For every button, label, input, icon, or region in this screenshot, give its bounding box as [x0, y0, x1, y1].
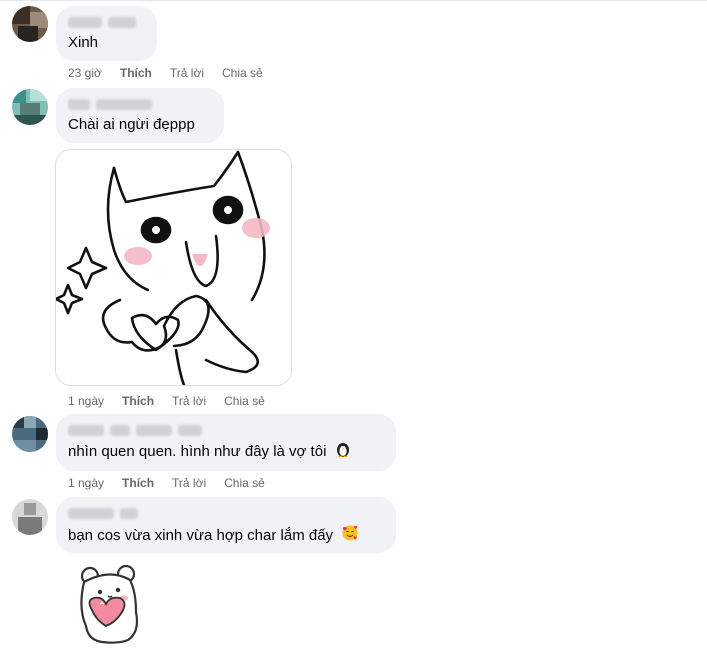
share-button[interactable]: Chia sẻ [222, 66, 263, 80]
reply-button[interactable]: Trả lời [172, 394, 206, 408]
comment-time[interactable]: 1 ngày [68, 476, 104, 490]
top-divider [0, 0, 707, 1]
penguin-icon [335, 441, 351, 463]
comment-bubble: nhìn quen quen. hình như đây là vợ tôi [56, 414, 396, 471]
like-button[interactable]: Thích [120, 66, 152, 80]
comment-text: bạn cos vừa xinh vừa hợp char lắm đấy [68, 524, 384, 548]
commenter-name-blurred[interactable] [68, 422, 384, 438]
smiling-face-with-hearts-icon [341, 524, 359, 548]
commenter-name-blurred[interactable] [68, 14, 145, 30]
comment-text: Chài ai ngừi đẹppp [68, 116, 195, 133]
commenter-name-blurred[interactable] [68, 96, 212, 112]
reply-button[interactable]: Trả lời [172, 476, 206, 490]
share-button[interactable]: Chia sẻ [224, 394, 265, 408]
like-button[interactable]: Thích [122, 394, 154, 408]
comment-actions: 1 ngày Thích Trả lời Chia sẻ [68, 394, 283, 408]
avatar[interactable] [12, 499, 48, 535]
like-button[interactable]: Thích [122, 476, 154, 490]
comment-time[interactable]: 1 ngày [68, 394, 104, 408]
comment-time[interactable]: 23 giờ [68, 66, 102, 80]
comment-text: Xinh [68, 34, 99, 51]
avatar[interactable] [12, 416, 48, 452]
comment-text: nhìn quen quen. hình như đây là vợ tôi [68, 441, 384, 463]
avatar[interactable] [12, 6, 48, 42]
reply-button[interactable]: Trả lời [170, 66, 204, 80]
comment-actions: 23 giờ Thích Trả lời Chia sẻ [68, 66, 281, 80]
comment-bubble: Chài ai ngừi đẹppp [56, 88, 224, 143]
comment-actions: 1 ngày Thích Trả lời Chia sẻ [68, 476, 283, 490]
comment-bubble: Xinh [56, 6, 157, 61]
comment-bubble: bạn cos vừa xinh vừa hợp char lắm đấy [56, 497, 396, 553]
bear-heart-sticker[interactable] [70, 562, 150, 646]
cat-heart-sticker[interactable] [55, 149, 292, 386]
commenter-name-blurred[interactable] [68, 505, 384, 521]
share-button[interactable]: Chia sẻ [224, 476, 265, 490]
avatar[interactable] [12, 89, 48, 125]
